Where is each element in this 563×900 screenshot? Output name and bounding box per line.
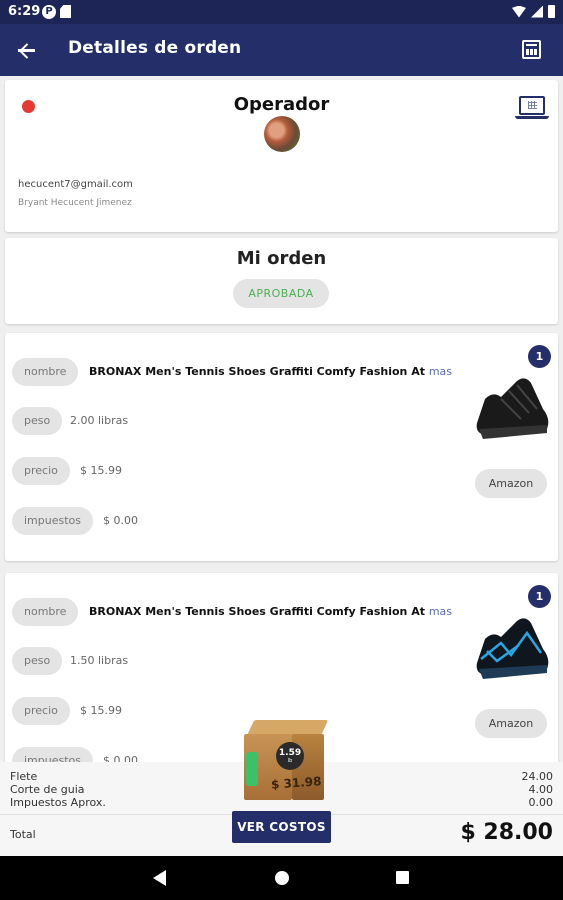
weight-chip: peso <box>12 647 63 675</box>
calculator-icon[interactable] <box>522 40 541 59</box>
corte-label: Corte de guia <box>10 783 85 796</box>
flete-value: 24.00 <box>521 770 554 783</box>
amazon-button[interactable]: Amazon <box>475 469 547 498</box>
product-price: $ 15.99 <box>80 704 122 717</box>
product-tax: $ 0.00 <box>103 514 138 527</box>
product-price: $ 15.99 <box>80 464 122 477</box>
back-button[interactable] <box>12 36 42 64</box>
product-name[interactable]: BRONAX Men's Tennis Shoes Graffiti Comfy… <box>89 365 452 378</box>
operator-email: hecucent7@gmail.com <box>18 179 133 190</box>
total-label: Total <box>10 828 36 841</box>
page-title: Detalles de orden <box>68 38 242 58</box>
total-value: $ 28.00 <box>460 820 553 845</box>
sd-card-icon <box>60 5 71 18</box>
shoe-image <box>476 378 549 439</box>
amazon-button[interactable]: Amazon <box>475 709 547 738</box>
avatar <box>264 116 300 152</box>
operator-name: Bryant Hecucent Jimenez <box>18 198 132 208</box>
system-nav-bar <box>0 856 563 900</box>
more-link[interactable]: mas <box>429 605 452 618</box>
corte-value: 4.00 <box>528 783 554 796</box>
quantity-badge: 1 <box>528 345 551 368</box>
flete-label: Flete <box>10 770 38 783</box>
weight-chip: peso <box>12 407 63 435</box>
product-weight: 2.00 libras <box>70 414 129 427</box>
nav-recents-icon[interactable] <box>396 871 409 884</box>
product-card: nombre BRONAX Men's Tennis Shoes Graffit… <box>5 333 558 561</box>
tax-chip: impuestos <box>12 507 93 535</box>
impuestos-value: 0.00 <box>528 796 554 809</box>
shoe-image <box>476 618 549 679</box>
parking-notification-icon: P <box>42 5 56 19</box>
product-weight: 1.50 libras <box>70 654 129 667</box>
app-bar: Detalles de orden <box>0 24 563 76</box>
nav-home-icon[interactable] <box>275 871 289 885</box>
status-bar: 6:29 P <box>0 0 563 24</box>
package-image: 1.59 lb $ 31.98 <box>238 718 329 804</box>
more-link[interactable]: mas <box>429 365 452 378</box>
laptop-icon[interactable] <box>515 96 549 122</box>
name-chip: nombre <box>12 358 79 386</box>
order-title: Mi orden <box>236 248 327 269</box>
nav-back-icon[interactable] <box>153 870 166 886</box>
package-weight: 1.59 lb <box>276 742 304 770</box>
impuestos-label: Impuestos Aprox. <box>10 796 106 809</box>
quantity-badge: 1 <box>528 585 551 608</box>
status-time: 6:29 <box>8 4 41 19</box>
name-chip: nombre <box>12 598 79 626</box>
price-chip: precio <box>12 457 70 485</box>
wifi-icon <box>512 5 526 18</box>
product-name[interactable]: BRONAX Men's Tennis Shoes Graffiti Comfy… <box>89 605 452 618</box>
brand-logo-icon <box>246 752 258 786</box>
price-chip: precio <box>12 697 70 725</box>
cell-signal-icon <box>531 5 543 18</box>
view-costs-button[interactable]: VER COSTOS <box>232 811 331 843</box>
status-badge: APROBADA <box>233 279 329 308</box>
battery-icon <box>548 5 555 18</box>
operator-title: Operador <box>233 94 330 115</box>
order-card: Mi orden APROBADA <box>5 238 558 324</box>
operator-card: Operador hecucent7@gmail.com Bryant Hecu… <box>5 80 558 232</box>
